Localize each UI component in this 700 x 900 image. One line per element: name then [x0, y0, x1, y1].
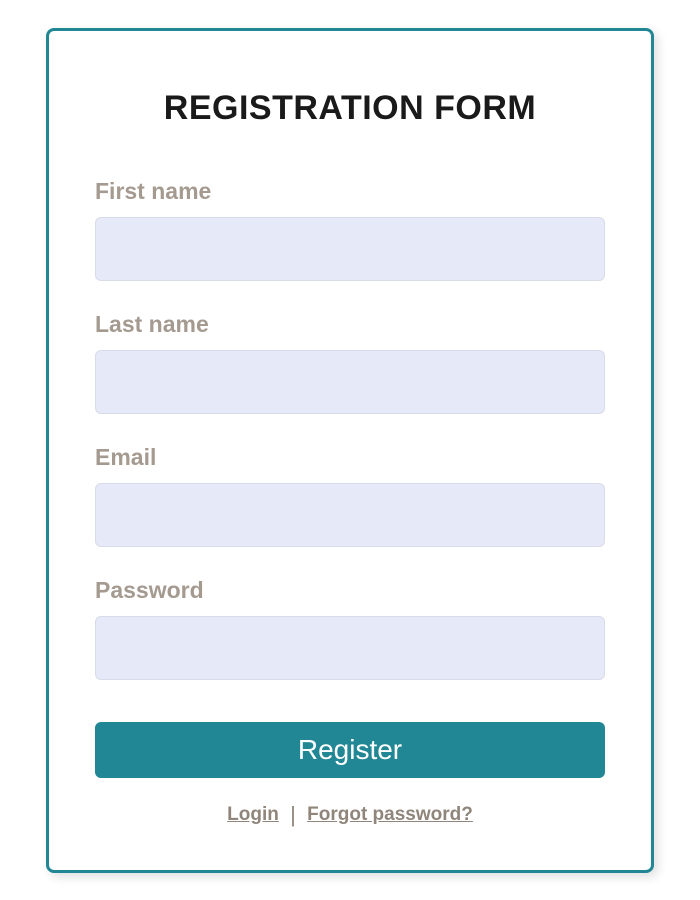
first-name-label: First name — [95, 178, 605, 205]
email-group: Email — [95, 444, 605, 547]
password-group: Password — [95, 577, 605, 680]
first-name-input[interactable] — [95, 217, 605, 281]
last-name-input[interactable] — [95, 350, 605, 414]
links-divider: | — [290, 802, 296, 828]
last-name-label: Last name — [95, 311, 605, 338]
first-name-group: First name — [95, 178, 605, 281]
last-name-group: Last name — [95, 311, 605, 414]
forgot-password-link[interactable]: Forgot password? — [307, 804, 473, 825]
email-input[interactable] — [95, 483, 605, 547]
password-label: Password — [95, 577, 605, 604]
links-row: Login | Forgot password? — [95, 802, 605, 828]
password-input[interactable] — [95, 616, 605, 680]
form-title: REGISTRATION FORM — [95, 89, 605, 128]
login-link[interactable]: Login — [227, 804, 279, 825]
email-label: Email — [95, 444, 605, 471]
registration-card: REGISTRATION FORM First name Last name E… — [46, 28, 654, 873]
register-button[interactable]: Register — [95, 722, 605, 778]
